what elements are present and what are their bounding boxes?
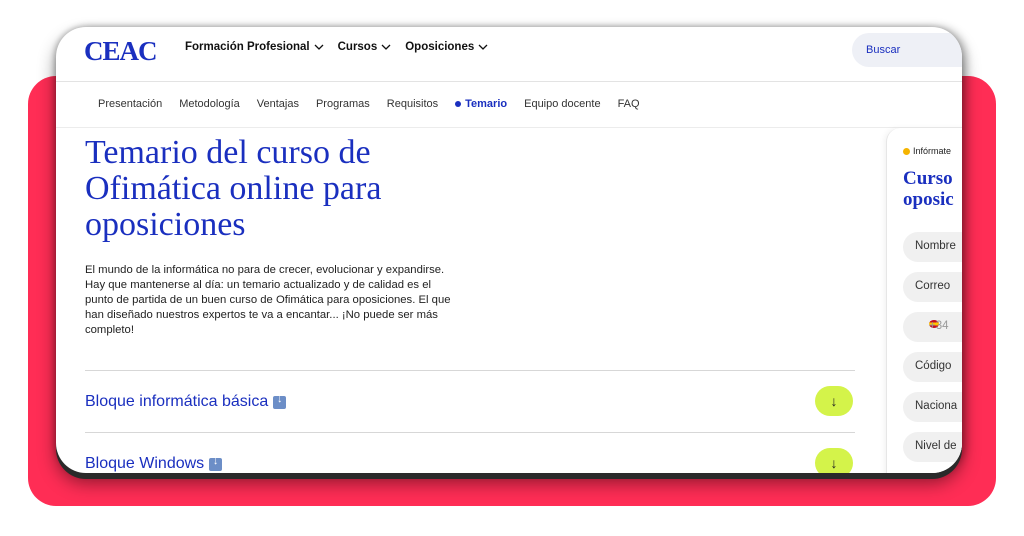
search-label: Buscar xyxy=(866,44,901,56)
expand-button[interactable]: ↓ xyxy=(815,448,853,473)
subnav-presentacion[interactable]: Presentación xyxy=(98,98,162,110)
accordion-item-informatica-basica[interactable]: Bloque informática básica xyxy=(85,393,287,411)
section-subnav: Presentación Metodología Ventajas Progra… xyxy=(56,82,962,128)
nationality-field[interactable]: Naciona xyxy=(903,392,962,422)
chevron-down-icon xyxy=(381,44,391,50)
email-field[interactable]: Correo xyxy=(903,272,962,302)
down-arrow-emoji-icon xyxy=(209,455,223,471)
browser-window: CEAC Formación Profesional Cursos Oposic… xyxy=(56,27,962,473)
field-placeholder: Naciona xyxy=(915,400,958,412)
nav-cursos[interactable]: Cursos xyxy=(338,41,392,53)
subnav-programas[interactable]: Programas xyxy=(316,98,370,110)
info-request-form: Infórmate Curso oposic Nombre Correo +34… xyxy=(886,128,962,473)
page-title: Temario del curso de Ofimática online pa… xyxy=(85,134,382,243)
accordion-label: Bloque informática básica xyxy=(85,393,269,410)
sun-icon xyxy=(903,147,910,155)
subnav-metodologia[interactable]: Metodología xyxy=(179,98,240,110)
subnav-requisitos[interactable]: Requisitos xyxy=(387,98,438,110)
accordion-item-windows[interactable]: Bloque Windows xyxy=(85,455,223,473)
nav-label: Cursos xyxy=(337,41,378,53)
form-tag: Infórmate xyxy=(903,146,951,156)
intro-paragraph: El mundo de la informática no para de cr… xyxy=(85,264,451,336)
site-header: CEAC Formación Profesional Cursos Oposic… xyxy=(56,27,962,82)
form-tag-label: Infórmate xyxy=(913,146,952,156)
subnav-temario[interactable]: Temario xyxy=(455,98,507,110)
level-field[interactable]: Nivel de xyxy=(903,432,962,462)
divider xyxy=(85,370,855,371)
chevron-down-icon xyxy=(314,44,324,50)
nav-oposiciones[interactable]: Oposiciones xyxy=(405,41,488,53)
nav-label: Oposiciones xyxy=(405,41,475,53)
main-nav: Formación Profesional Cursos Oposiciones xyxy=(185,41,488,53)
postal-code-field[interactable]: Código xyxy=(903,352,962,382)
divider xyxy=(85,432,855,433)
name-field[interactable]: Nombre xyxy=(903,232,962,262)
accordion-label: Bloque Windows xyxy=(85,455,205,472)
subnav-equipo-docente[interactable]: Equipo docente xyxy=(524,98,600,110)
subnav-faq[interactable]: FAQ xyxy=(618,98,640,110)
field-placeholder: Correo xyxy=(915,280,951,292)
field-placeholder: Nivel de xyxy=(915,440,957,452)
phone-prefix: +34 xyxy=(929,320,949,332)
form-title: Curso oposic xyxy=(903,168,954,210)
subnav-ventajas[interactable]: Ventajas xyxy=(257,98,299,110)
chevron-down-icon xyxy=(478,44,488,50)
active-dot-icon xyxy=(455,101,462,107)
ceac-logo[interactable]: CEAC xyxy=(84,36,158,67)
phone-field[interactable]: +34 xyxy=(903,312,962,342)
field-placeholder: Nombre xyxy=(915,240,956,252)
subnav-temario-label: Temario xyxy=(465,98,508,110)
field-placeholder: Código xyxy=(915,360,952,372)
nav-label: Formación Profesional xyxy=(185,41,310,53)
down-arrow-emoji-icon xyxy=(273,393,287,409)
expand-button[interactable]: ↓ xyxy=(815,386,853,416)
search-button[interactable]: Buscar xyxy=(852,33,962,67)
nav-formacion-profesional[interactable]: Formación Profesional xyxy=(185,41,324,53)
